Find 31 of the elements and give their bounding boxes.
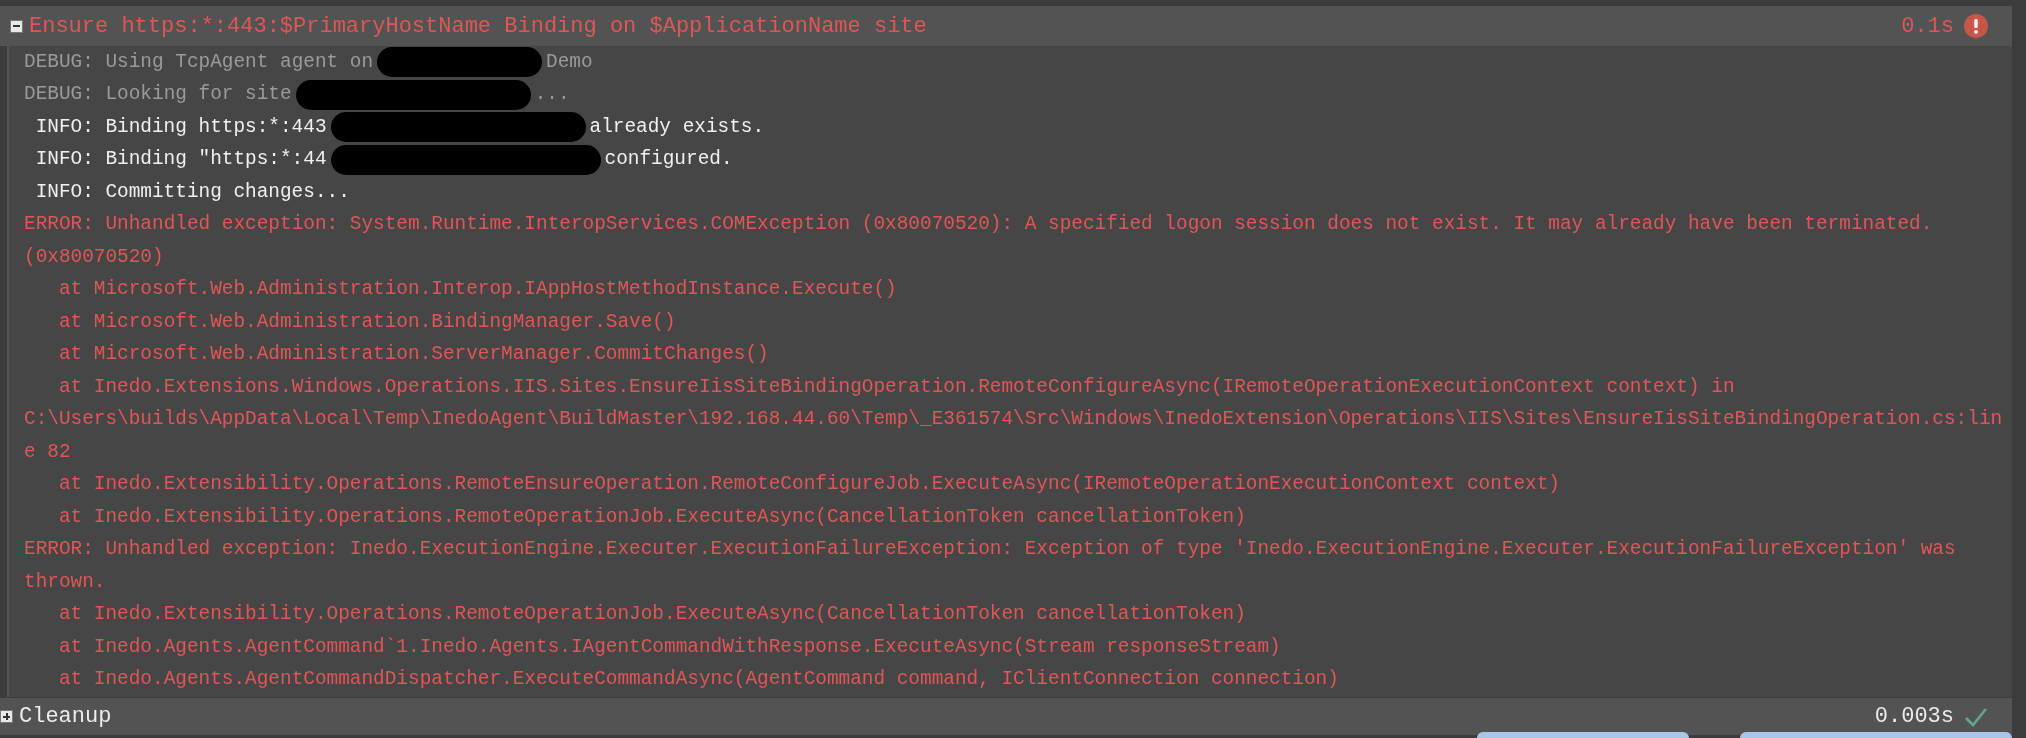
log-line: C:\Users\builds\AppData\Local\Temp\InedoAgent\BuildMaster\192.168.44.60\Temp\_E361574\Src\Windows\InedoExtension\Operations\IIS\Sites\EnsureIisSiteBindingOperation.cs:lin — [24, 407, 2003, 433]
operation-header[interactable]: Cleanup 0.003s — [0, 698, 2012, 735]
expand-icon[interactable] — [0, 710, 13, 723]
log-line: at Inedo.Extensions.Windows.Operations.IIS.Sites.EnsureIisSiteBindingOperation.RemoteConfigureAsync(IRemoteOperationExecutionContext context) in — [58, 374, 1735, 400]
log-line: at Inedo.Extensibility.Operations.RemoteOperationJob.ExecuteAsync(CancellationToken cancellationToken) — [58, 504, 1246, 530]
log-line: at Inedo.Agents.AgentCommand`1.Inedo.Agents.IAgentCommandWithResponse.ExecuteAsync(Stream responseStream) — [58, 634, 1281, 660]
log-line: configured. — [604, 147, 733, 173]
log-line: e 82 — [24, 439, 71, 465]
log-line: at Microsoft.Web.Administration.ServerManager.CommitChanges() — [58, 342, 769, 368]
duration-text: 0.1s — [1901, 12, 1954, 41]
log-line: at Microsoft.Web.Administration.BindingManager.Save() — [58, 309, 676, 335]
operation-title: Cleanup — [19, 703, 112, 731]
duration-text: 0.003s — [1874, 703, 1954, 731]
operation-title: Ensure https:*:443:$PrimaryHostName Binding on $ApplicationName site — [29, 12, 927, 41]
log-line: thrown. — [24, 569, 106, 595]
log-line: at Inedo.Extensibility.Operations.RemoteEnsureOperation.RemoteConfigureJob.ExecuteAsync(IRemoteOperationExecutionContext context) — [58, 472, 1560, 498]
log-line: Demo — [546, 49, 593, 75]
log-line: already exists. — [589, 114, 765, 140]
log-line: DEBUG: Using TcpAgent agent on — [24, 49, 374, 75]
log-line: DEBUG: Looking for site — [24, 82, 292, 108]
log-line: INFO: Binding "https:*:44 — [35, 147, 327, 173]
log-line: at Microsoft.Web.Administration.Interop.IAppHostMethodInstance.Execute() — [58, 277, 897, 303]
log-line: at Inedo.Extensibility.Operations.RemoteOperationJob.ExecuteAsync(CancellationToken cancellationToken) — [58, 602, 1246, 628]
log-line: ... — [534, 82, 570, 108]
log-line: ERROR: Unhandled exception: System.Runtime.InteropServices.COMException (0x80070520): A specified logon session does not exist. It may already have been terminated. — [24, 212, 1933, 238]
log-line: ERROR: Unhandled exception: Inedo.ExecutionEngine.Executer.ExecutionFailureException: Exception of type 'Inedo.ExecutionEngine.Executer.ExecutionFailureException' was — [24, 537, 1956, 563]
log-line: INFO: Committing changes... — [35, 179, 350, 205]
log-line: (0x80070520) — [24, 244, 164, 270]
log-line: at Inedo.Agents.AgentCommandDispatcher.ExecuteCommandAsync(AgentCommand command, IClientConnection connection) — [58, 667, 1339, 693]
collapse-icon[interactable] — [10, 19, 23, 33]
log-line: INFO: Binding https:*:443 — [35, 114, 327, 140]
